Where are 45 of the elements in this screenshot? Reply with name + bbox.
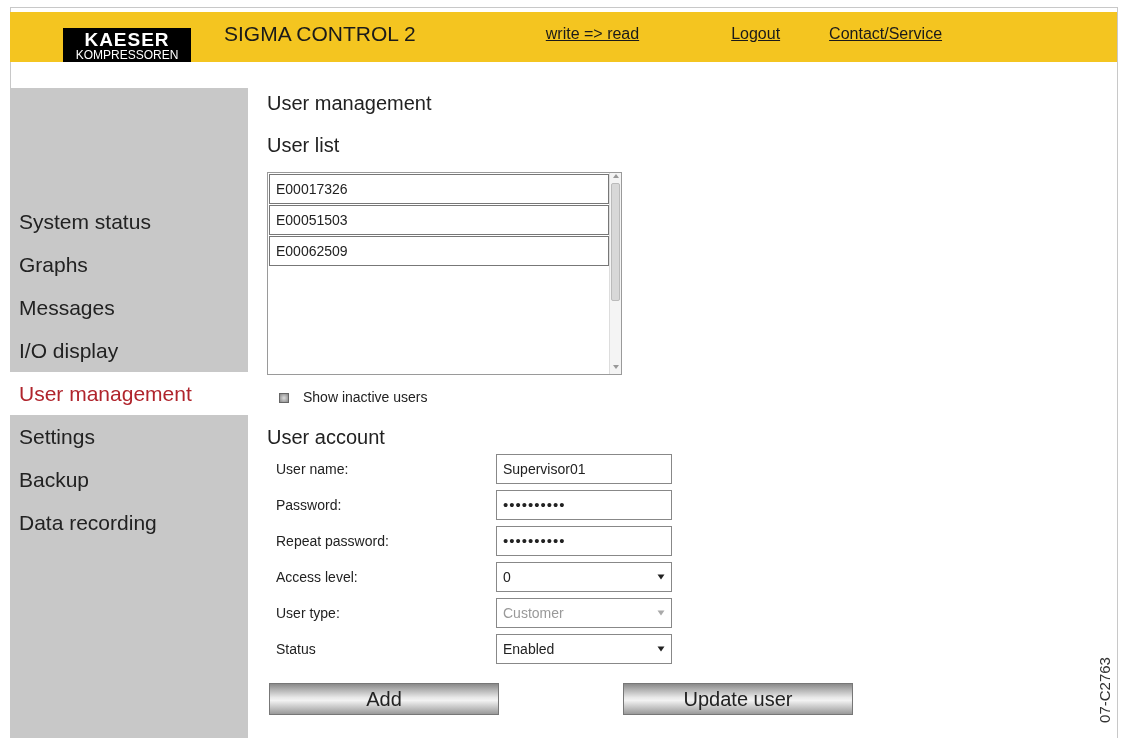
- page-title: User management: [267, 91, 433, 116]
- field-label: Password:: [276, 495, 343, 515]
- sidebar-item[interactable]: User management: [10, 372, 248, 415]
- user-list-item[interactable]: E00051503: [269, 205, 609, 235]
- section-heading: User list: [267, 133, 341, 158]
- logo-subtitle: KOMPRESSOREN: [75, 48, 179, 61]
- sidebar-item[interactable]: Data recording: [10, 501, 248, 544]
- app-title: SIGMA CONTROL 2: [224, 21, 416, 48]
- caret-icon: [657, 646, 665, 652]
- password-field[interactable]: ••••••••••: [496, 526, 672, 556]
- dropdown-value: 0: [503, 567, 511, 587]
- checkbox-label: Show inactive users: [303, 388, 428, 407]
- field-label: Status: [276, 639, 317, 659]
- sidebar-item[interactable]: Backup: [10, 458, 248, 501]
- sidebar-item[interactable]: Messages: [10, 286, 248, 329]
- sidebar-item[interactable]: Settings: [10, 415, 248, 458]
- header-link[interactable]: write => read: [545, 22, 640, 46]
- field-label: Repeat password:: [276, 531, 390, 551]
- figure-number: 07-C2763: [1094, 657, 1114, 723]
- field-label: User name:: [276, 459, 350, 479]
- action-button[interactable]: Update user: [623, 683, 853, 715]
- sidebar-item[interactable]: System status: [10, 200, 248, 243]
- user-list-item[interactable]: E00017326: [269, 174, 609, 204]
- header-link[interactable]: Contact/Service: [829, 22, 943, 46]
- caret-icon: [657, 610, 665, 616]
- sidebar-item[interactable]: I/O display: [10, 329, 248, 372]
- input-field[interactable]: Supervisor01: [496, 454, 672, 484]
- action-button[interactable]: Add: [269, 683, 499, 715]
- checkbox[interactable]: [279, 392, 289, 403]
- section-heading: User account: [267, 425, 386, 450]
- field-label: Access level:: [276, 567, 359, 587]
- password-field[interactable]: ••••••••••: [496, 490, 672, 520]
- dropdown-value: Customer: [503, 603, 564, 623]
- field-label: User type:: [276, 603, 341, 623]
- header-link[interactable]: Logout: [731, 22, 781, 46]
- user-list-item[interactable]: E00062509: [269, 236, 609, 266]
- sidebar-item[interactable]: Graphs: [10, 243, 248, 286]
- dropdown[interactable]: Enabled: [496, 634, 672, 664]
- caret-icon: [657, 574, 665, 580]
- dropdown-value: Enabled: [503, 639, 555, 659]
- logo-wordmark: KAESER: [84, 29, 170, 49]
- user-list[interactable]: E00017326 E00051503 E00062509: [267, 172, 622, 375]
- dropdown[interactable]: 0: [496, 562, 672, 592]
- scroll-thumb[interactable]: [611, 183, 620, 301]
- scrollbar[interactable]: [609, 173, 621, 374]
